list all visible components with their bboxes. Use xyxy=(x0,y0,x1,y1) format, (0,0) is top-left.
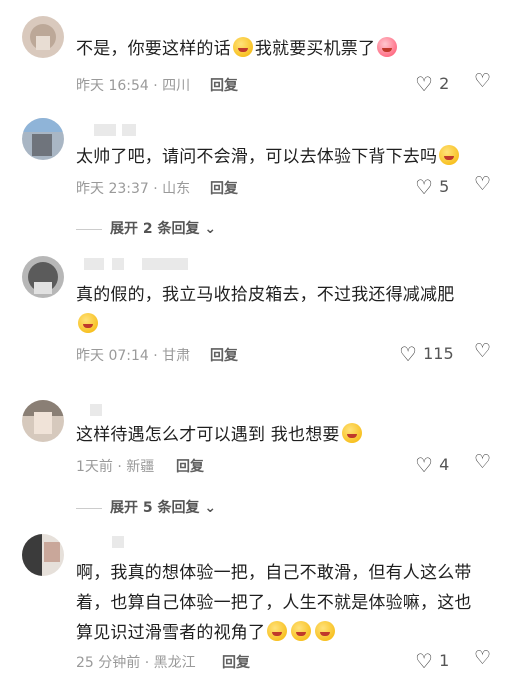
chevron-down-icon: ⌄ xyxy=(199,500,217,516)
comment-text: 太帅了吧，请问不会滑，可以去体验下背下去吗 xyxy=(76,142,461,172)
broken-heart-icon: ♡ xyxy=(474,340,492,362)
expand-replies-button[interactable]: 展开 5 条回复 ⌄ xyxy=(76,497,216,517)
like-count: 2 xyxy=(439,74,450,93)
avatar[interactable] xyxy=(22,534,64,576)
like-button[interactable]: ♡ 115 xyxy=(398,342,454,366)
broken-heart-icon: ♡ xyxy=(474,173,492,195)
like-button[interactable]: ♡ 2 xyxy=(414,72,449,96)
laughing-emoji-icon xyxy=(291,621,312,641)
dislike-button[interactable]: ♡ xyxy=(474,70,491,92)
broken-heart-icon: ♡ xyxy=(474,451,492,473)
like-button[interactable]: ♡ 1 xyxy=(414,649,449,673)
reply-button[interactable]: 回复 xyxy=(210,178,238,198)
grinning-sweat-emoji-icon xyxy=(341,423,362,443)
dislike-button[interactable]: ♡ xyxy=(474,451,491,473)
rolling-eyes-emoji-icon xyxy=(232,37,253,57)
laughing-emoji-icon xyxy=(267,621,288,641)
comment-time-location: 昨天 07:14 · 甘肃 xyxy=(76,348,191,364)
like-count: 4 xyxy=(439,455,450,474)
comment-time-location: 昨天 16:54 · 四川 xyxy=(76,78,191,94)
laughing-emoji-icon xyxy=(315,621,336,641)
dislike-button[interactable]: ♡ xyxy=(474,173,491,195)
dislike-button[interactable]: ♡ xyxy=(474,647,491,669)
heart-eyes-emoji-icon xyxy=(377,37,398,57)
comment-text: 真的假的，我立马收拾皮箱去，不过我还得减减肥 xyxy=(76,280,496,340)
like-button[interactable]: ♡ 4 xyxy=(414,453,449,477)
comment-text: 这样待遇怎么才可以遇到 我也想要 xyxy=(76,420,364,450)
like-button[interactable]: ♡ 5 xyxy=(414,175,449,199)
heart-outline-icon: ♡ xyxy=(399,342,417,366)
reply-button[interactable]: 回复 xyxy=(210,345,238,365)
comment-time-location: 昨天 23:37 · 山东 xyxy=(76,181,191,197)
laughing-tears-emoji-icon xyxy=(78,313,98,333)
dislike-button[interactable]: ♡ xyxy=(474,340,491,362)
reply-button[interactable]: 回复 xyxy=(176,456,204,476)
comment-text: 不是，你要这样的话 我就要买机票了 xyxy=(76,34,399,64)
comment-time-location: 25 分钟前 · 黑龙江 xyxy=(76,655,196,671)
broken-heart-icon: ♡ xyxy=(474,70,492,92)
reply-button[interactable]: 回复 xyxy=(222,652,250,672)
like-count: 1 xyxy=(439,651,450,670)
divider-line xyxy=(76,228,102,230)
heart-outline-icon: ♡ xyxy=(415,175,433,199)
comment-time-location: 1天前 · 新疆 xyxy=(76,459,155,475)
avatar[interactable] xyxy=(22,256,64,298)
heart-outline-icon: ♡ xyxy=(415,72,433,96)
like-count: 115 xyxy=(423,344,454,363)
broken-heart-icon: ♡ xyxy=(474,647,492,669)
like-count: 5 xyxy=(439,177,450,196)
chevron-down-icon: ⌄ xyxy=(199,221,217,237)
divider-line xyxy=(76,507,102,509)
expand-replies-button[interactable]: 展开 2 条回复 ⌄ xyxy=(76,218,216,238)
comment-text: 啊，我真的想体验一把，自己不敢滑，但有人这么带 着，也算自己体验一把了，人生不就… xyxy=(76,563,472,643)
reply-button[interactable]: 回复 xyxy=(210,75,238,95)
avatar[interactable] xyxy=(22,400,64,442)
heart-outline-icon: ♡ xyxy=(415,649,433,673)
heart-outline-icon: ♡ xyxy=(415,453,433,477)
avatar[interactable] xyxy=(22,118,64,160)
laughing-tears-emoji-icon xyxy=(439,145,460,165)
avatar[interactable] xyxy=(22,16,64,58)
